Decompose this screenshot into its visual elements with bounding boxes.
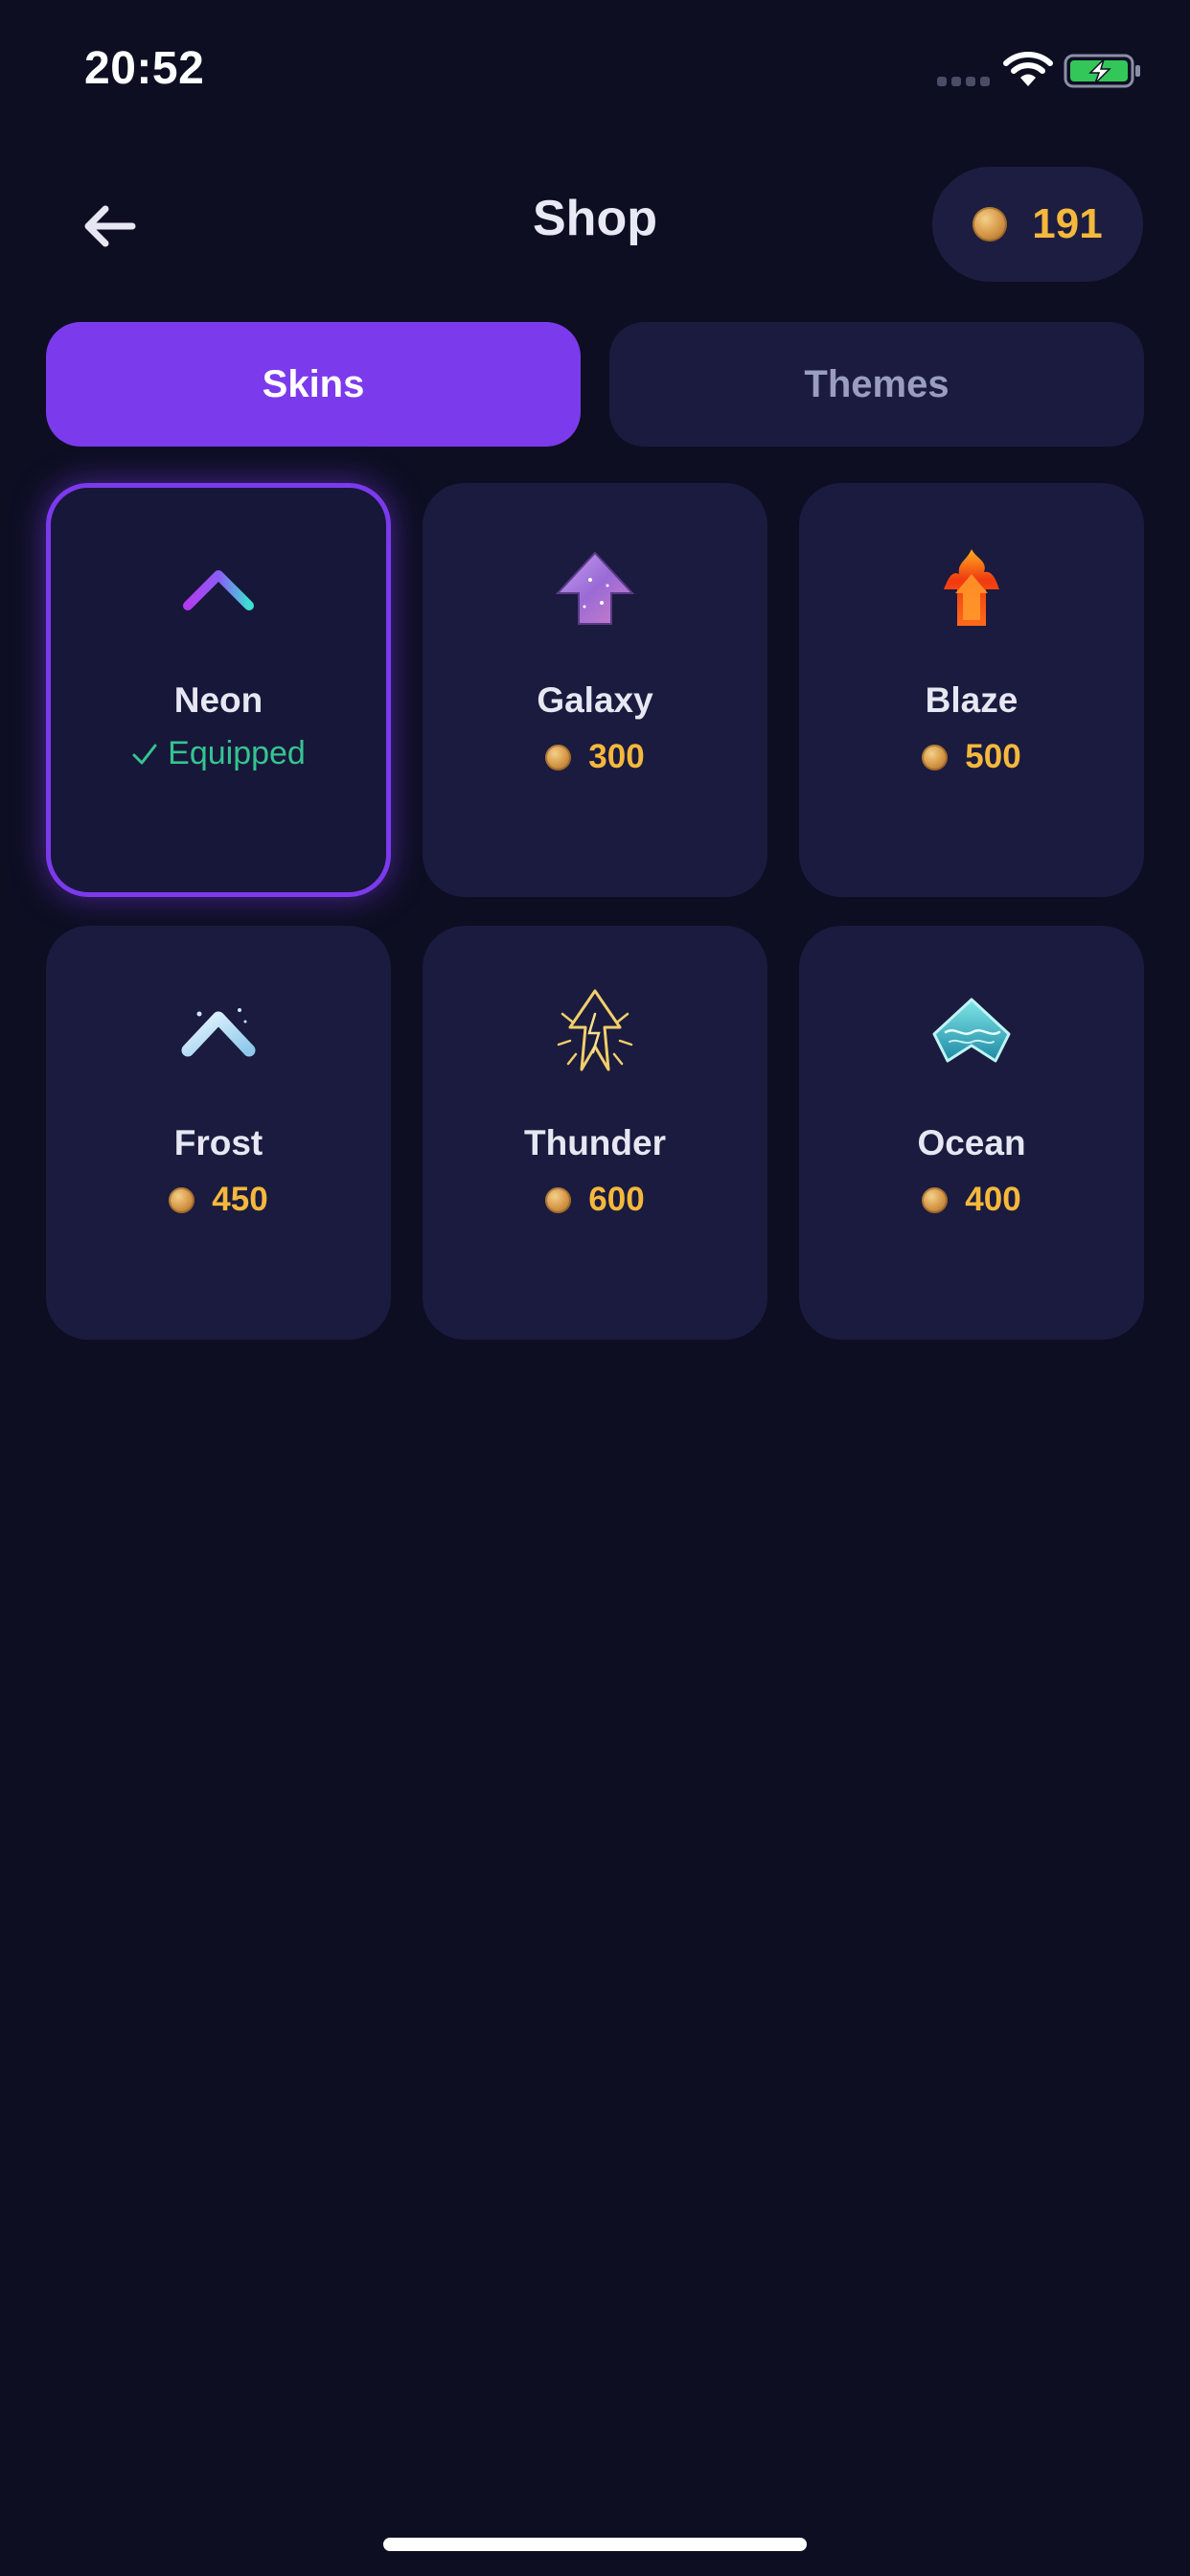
skin-price: 400 <box>965 1181 1021 1218</box>
status-time: 20:52 <box>84 43 205 94</box>
coin-icon <box>169 1186 195 1213</box>
equipped-status: Equipped <box>51 735 386 772</box>
page-title: Shop <box>533 191 657 246</box>
fire-arrow-icon <box>944 549 999 626</box>
neon-chevron-icon <box>183 570 254 610</box>
price-row: 500 <box>799 738 1144 776</box>
skin-name: Frost <box>173 1123 263 1162</box>
skin-name: Neon <box>173 680 263 720</box>
galaxy-arrow-icon <box>555 551 635 625</box>
back-button[interactable] <box>75 192 144 261</box>
skin-card-ocean[interactable]: Ocean 400 <box>799 926 1144 1340</box>
skin-card-thunder[interactable]: Thunder 600 <box>423 926 767 1340</box>
skin-name: Ocean <box>917 1123 1026 1162</box>
ocean-diamond-icon <box>932 998 1011 1063</box>
coin-balance: 191 <box>1032 200 1103 247</box>
price-row: 600 <box>423 1181 767 1219</box>
skin-price: 600 <box>588 1181 645 1218</box>
shop-screen: 20:52 Shop 191 Skins Themes Neon Equippe… <box>0 0 1190 2576</box>
skin-name: Galaxy <box>537 680 653 720</box>
frost-chevron-icon <box>181 1008 256 1057</box>
equipped-label: Equipped <box>168 735 306 771</box>
battery-charging-icon <box>1064 54 1140 88</box>
wifi-icon <box>1003 52 1053 86</box>
lightning-arrow-icon <box>557 989 633 1071</box>
coin-icon <box>922 1186 949 1213</box>
skin-name: Thunder <box>524 1123 666 1162</box>
coin-icon <box>922 744 949 770</box>
price-row: 400 <box>799 1181 1144 1219</box>
back-arrow-icon <box>84 205 136 247</box>
cellular-signal-icon <box>937 77 990 86</box>
coin-icon <box>973 207 1008 242</box>
coin-balance-badge: 191 <box>932 167 1143 282</box>
home-indicator[interactable] <box>383 2538 807 2551</box>
skin-card-frost[interactable]: Frost 450 <box>46 926 391 1340</box>
skin-card-galaxy[interactable]: Galaxy 300 <box>423 483 767 897</box>
skin-name: Blaze <box>925 680 1018 720</box>
skin-price: 300 <box>588 738 645 775</box>
skin-card-blaze[interactable]: Blaze 500 <box>799 483 1144 897</box>
coin-icon <box>545 1186 572 1213</box>
tab-themes[interactable]: Themes <box>609 322 1144 447</box>
skin-price: 450 <box>212 1181 268 1218</box>
tab-skins[interactable]: Skins <box>46 322 581 447</box>
coin-icon <box>545 744 572 770</box>
skin-price: 500 <box>965 738 1021 775</box>
price-row: 300 <box>423 738 767 776</box>
status-bar: 20:52 <box>0 0 1190 144</box>
price-row: 450 <box>46 1181 391 1219</box>
checkmark-icon <box>132 744 157 764</box>
skin-card-neon[interactable]: Neon Equipped <box>46 483 391 897</box>
